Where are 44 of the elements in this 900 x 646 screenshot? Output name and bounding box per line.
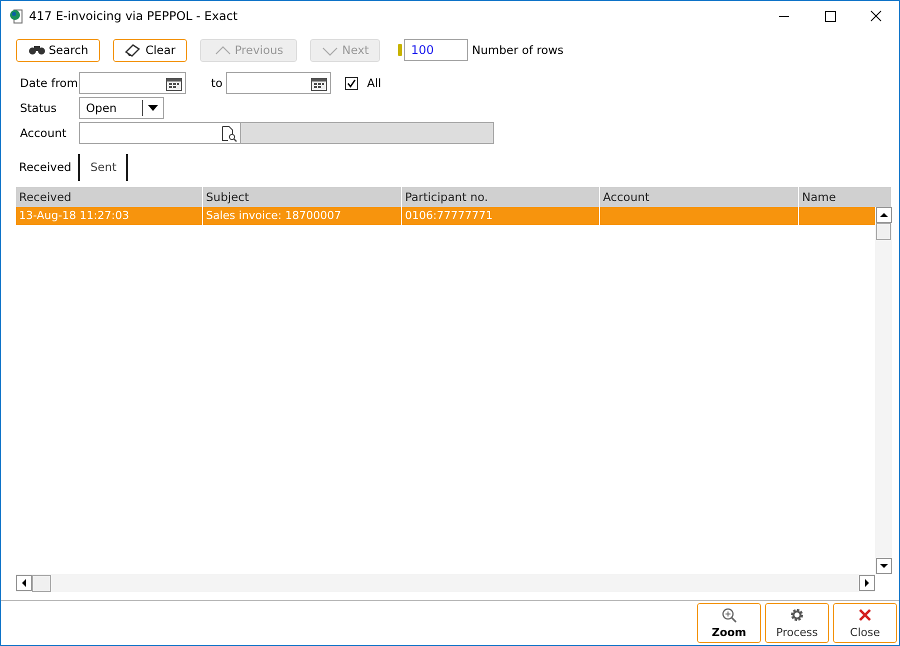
- status-dropdown[interactable]: Open: [79, 97, 164, 119]
- table-cell: 13-Aug-18 11:27:03: [16, 207, 203, 225]
- account-label: Account: [20, 126, 68, 140]
- magnifier-plus-icon: [721, 607, 737, 623]
- status-label: Status: [20, 101, 58, 115]
- date-to-field[interactable]: [226, 72, 331, 94]
- scroll-right-icon[interactable]: [859, 575, 875, 591]
- scroll-down-icon[interactable]: [876, 558, 892, 574]
- column-header[interactable]: Participant no.: [402, 187, 600, 207]
- column-header[interactable]: Name: [799, 187, 892, 207]
- rows-field[interactable]: 100: [404, 39, 468, 61]
- column-header[interactable]: Received: [16, 187, 203, 207]
- to-label: to: [211, 76, 224, 90]
- scroll-left-icon[interactable]: [16, 575, 32, 591]
- date-from-label: Date from: [20, 76, 79, 90]
- zoom-button[interactable]: Zoom: [697, 603, 761, 643]
- search-button[interactable]: Search: [16, 38, 100, 62]
- clear-button[interactable]: Clear: [113, 38, 187, 62]
- close-button[interactable]: Close: [833, 603, 897, 643]
- horizontal-scrollbar[interactable]: [16, 574, 875, 592]
- document-search-icon[interactable]: [220, 124, 238, 142]
- column-header[interactable]: Account: [600, 187, 799, 207]
- all-label: All: [367, 76, 382, 90]
- scroll-thumb[interactable]: [32, 574, 51, 592]
- app-icon: [9, 8, 23, 24]
- vertical-scrollbar[interactable]: [875, 207, 892, 574]
- process-button[interactable]: Process: [765, 603, 829, 643]
- checkmark-icon: [347, 78, 356, 88]
- all-checkbox[interactable]: [345, 76, 358, 90]
- table-cell: 0106:77777771: [402, 207, 600, 225]
- scroll-thumb[interactable]: [876, 223, 891, 240]
- column-header[interactable]: Subject: [203, 187, 402, 207]
- account-field[interactable]: [79, 122, 241, 144]
- pencil-icon: [398, 44, 402, 56]
- eraser-icon: [124, 42, 142, 58]
- table-cell: Sales invoice: 18700007: [203, 207, 402, 225]
- rows-label: Number of rows: [472, 43, 564, 57]
- dropdown-arrow-icon: [148, 105, 158, 111]
- gear-icon: [789, 607, 805, 623]
- scroll-up-icon[interactable]: [876, 207, 892, 223]
- window-title: 417 E-invoicing via PEPPOL - Exact: [29, 9, 239, 23]
- date-from-field[interactable]: [79, 72, 186, 94]
- cross-icon: [857, 607, 873, 623]
- tab[interactable]: Sent: [80, 154, 128, 181]
